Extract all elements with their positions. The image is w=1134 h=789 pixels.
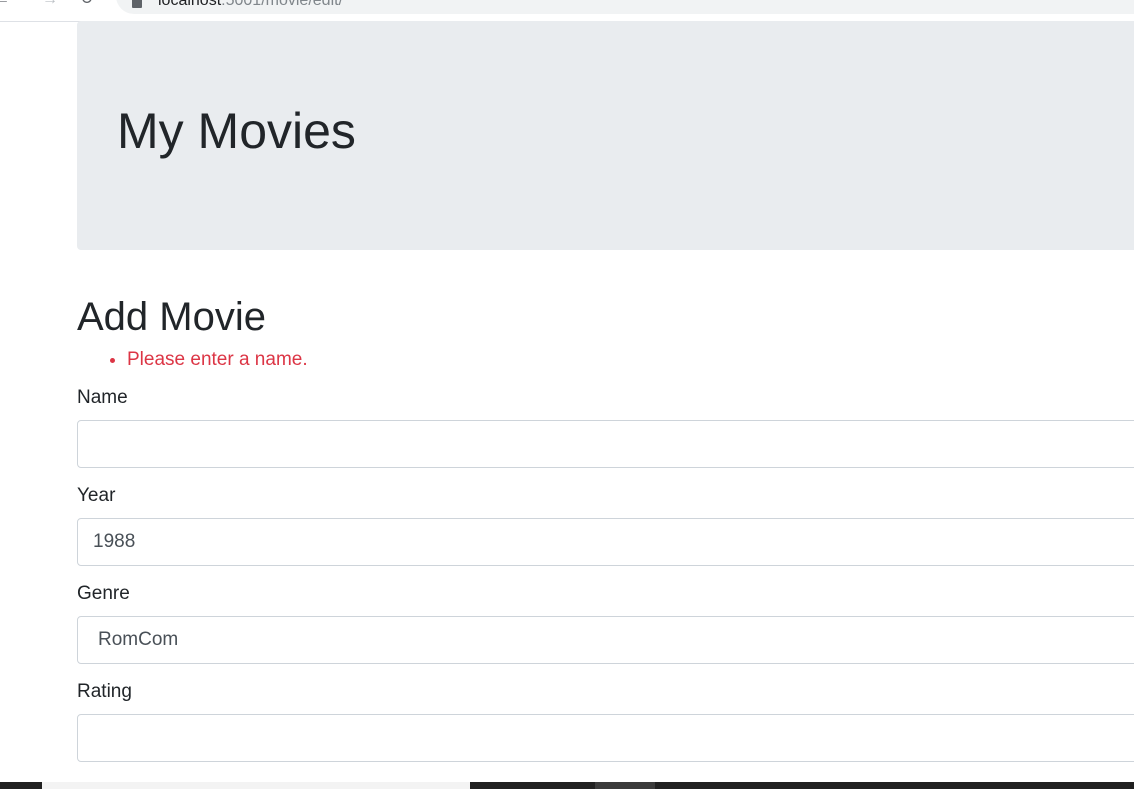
genre-field-group: Genre RomCom bbox=[77, 582, 1134, 664]
reload-icon[interactable]: ↻ bbox=[80, 0, 96, 8]
name-field-group: Name bbox=[77, 386, 1134, 468]
forward-arrow-icon[interactable]: → bbox=[42, 0, 58, 8]
url-text: localhost:5001/movie/edit/ bbox=[158, 0, 344, 9]
address-bar[interactable]: localhost:5001/movie/edit/ bbox=[116, 0, 1134, 14]
movie-form-section: Add Movie Please enter a name. Name Year… bbox=[77, 292, 1134, 762]
taskbar-item[interactable] bbox=[595, 782, 655, 789]
name-input[interactable] bbox=[77, 420, 1134, 468]
genre-selected-value: RomCom bbox=[98, 629, 179, 650]
validation-error: Please enter a name. bbox=[127, 348, 1134, 372]
page-title: Add Movie bbox=[77, 295, 266, 339]
rating-label: Rating bbox=[77, 681, 132, 702]
year-label: Year bbox=[77, 485, 116, 506]
os-taskbar bbox=[0, 782, 1134, 789]
name-label: Name bbox=[77, 387, 128, 408]
validation-summary: Please enter a name. bbox=[77, 348, 1134, 372]
taskbar-item[interactable] bbox=[42, 782, 470, 789]
genre-select[interactable]: RomCom bbox=[77, 616, 1134, 664]
year-input[interactable] bbox=[77, 518, 1134, 566]
header-jumbotron: My Movies bbox=[77, 21, 1134, 250]
rating-input[interactable] bbox=[77, 714, 1134, 762]
rating-field-group: Rating bbox=[77, 680, 1134, 762]
lock-icon bbox=[132, 0, 142, 8]
genre-label: Genre bbox=[77, 583, 130, 604]
browser-toolbar: ← → ↻ localhost:5001/movie/edit/ bbox=[0, 0, 1134, 22]
site-title: My Movies bbox=[117, 103, 356, 159]
back-arrow-icon[interactable]: ← bbox=[0, 0, 10, 8]
year-field-group: Year bbox=[77, 484, 1134, 566]
